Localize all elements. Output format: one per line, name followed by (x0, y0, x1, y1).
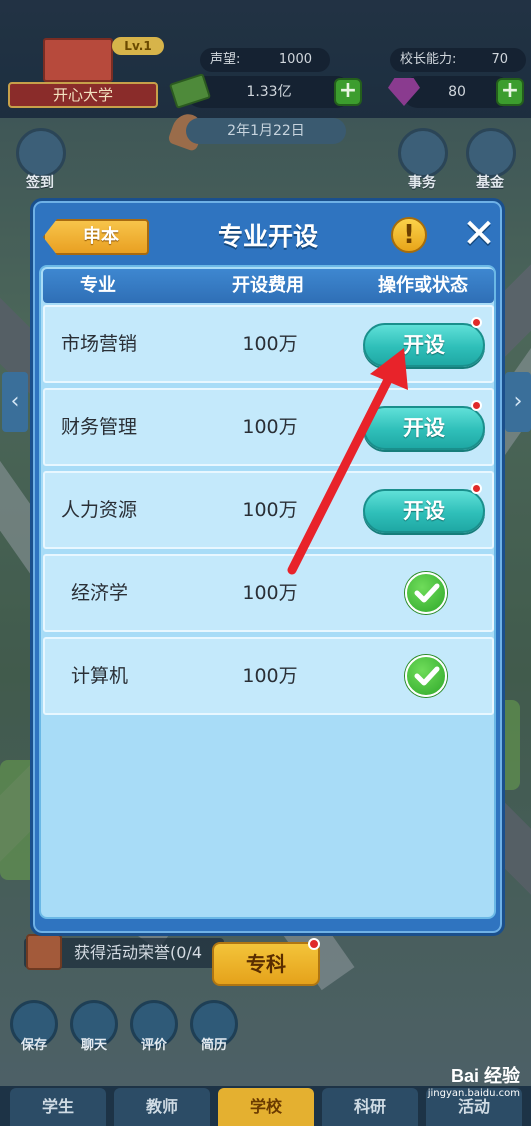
major-name: 计算机 (71, 665, 129, 687)
reputation-label: 声望: (210, 52, 241, 67)
game-date: 2年1月22日 (186, 118, 346, 144)
open-major-button[interactable]: 开设 (363, 406, 485, 450)
major-cost: 100万 (242, 582, 298, 604)
column-header-cost: 开设费用 (232, 275, 304, 296)
major-name: 市场营销 (61, 333, 138, 355)
major-cost: 100万 (242, 333, 298, 355)
major-name: 经济学 (71, 582, 129, 604)
column-header-major: 专业 (80, 275, 116, 296)
table-row: 市场营销 100万 开设 (43, 305, 494, 383)
activity-gift-icon (26, 934, 62, 970)
notification-dot (471, 400, 482, 411)
school-building-icon (43, 38, 113, 82)
money-value: 1.33亿 (246, 84, 292, 100)
close-icon[interactable]: ✕ (459, 214, 499, 255)
principal-label: 校长能力: (400, 52, 457, 67)
tool-label-chat: 聊天 (80, 1038, 107, 1053)
major-cost: 100万 (242, 665, 298, 687)
principal-value: 70 (491, 52, 508, 67)
money-box: 1.33亿 (186, 76, 352, 108)
reputation-stat: 声望: 1000 (200, 48, 330, 72)
school-logo[interactable]: Lv.1 开心大学 (8, 34, 164, 108)
fund-label: 基金 (476, 175, 504, 191)
notification-dot (308, 938, 320, 950)
tool-label-resume: 简历 (200, 1038, 227, 1053)
open-major-button[interactable]: 开设 (363, 489, 485, 533)
level-tag: Lv.1 (112, 37, 164, 55)
school-name: 开心大学 (8, 82, 158, 108)
table-header: 专业 开设费用 操作或状态 (43, 269, 494, 303)
scroll-right-arrow-icon[interactable]: › (505, 372, 531, 432)
notification-dot (471, 317, 482, 328)
table-row: 经济学 100万 (43, 554, 494, 632)
open-major-button[interactable]: 开设 (363, 323, 485, 367)
major-cost: 100万 (242, 499, 298, 521)
table-row: 人力资源 100万 开设 (43, 471, 494, 549)
gems-value: 80 (448, 84, 466, 100)
principal-stat: 校长能力: 70 (390, 48, 526, 72)
baidu-jingyan-watermark: Bai 经验 jingyan.baidu.com (390, 1062, 520, 1112)
tool-label-save: 保存 (20, 1038, 47, 1053)
apply-undergrad-button[interactable]: 申本 (43, 219, 149, 255)
checkmark-icon (405, 572, 447, 614)
table-row: 财务管理 100万 开设 (43, 388, 494, 466)
checkmark-icon (405, 655, 447, 697)
notification-dot (471, 483, 482, 494)
column-header-status: 操作或状态 (378, 275, 468, 296)
tool-label-review: 评价 (140, 1038, 167, 1053)
nav-students[interactable]: 学生 (10, 1088, 106, 1126)
nav-school[interactable]: 学校 (218, 1088, 314, 1126)
reputation-value: 1000 (278, 52, 312, 67)
add-gems-button[interactable]: + (496, 78, 524, 106)
nav-teachers[interactable]: 教师 (114, 1088, 210, 1126)
checkin-label: 签到 (26, 175, 54, 191)
add-money-button[interactable]: + (334, 78, 362, 106)
info-icon[interactable]: ! (391, 217, 427, 253)
major-table: 专业 开设费用 操作或状态 市场营销 100万 开设 财务管理 100万 开设 … (39, 265, 496, 919)
scroll-left-arrow-icon[interactable]: ‹ (2, 372, 28, 432)
affairs-icon[interactable] (398, 128, 448, 178)
fund-icon[interactable] (466, 128, 516, 178)
dialog-header: 申本 专业开设 ! ✕ (33, 201, 502, 271)
affairs-label: 事务 (408, 175, 436, 191)
watermark-logo: Bai 经验 (450, 1066, 520, 1086)
dialog-title: 专业开设 (217, 222, 318, 251)
zhuanke-button[interactable]: 专科 (212, 942, 320, 986)
major-name: 人力资源 (61, 499, 138, 521)
major-name: 财务管理 (61, 416, 138, 438)
checkin-icon[interactable] (16, 128, 66, 178)
major-setup-dialog: 申本 专业开设 ! ✕ 专业 开设费用 操作或状态 市场营销 100万 开设 财… (30, 198, 505, 936)
table-row: 计算机 100万 (43, 637, 494, 715)
major-cost: 100万 (242, 416, 298, 438)
watermark-url: jingyan.baidu.com (427, 1088, 520, 1099)
